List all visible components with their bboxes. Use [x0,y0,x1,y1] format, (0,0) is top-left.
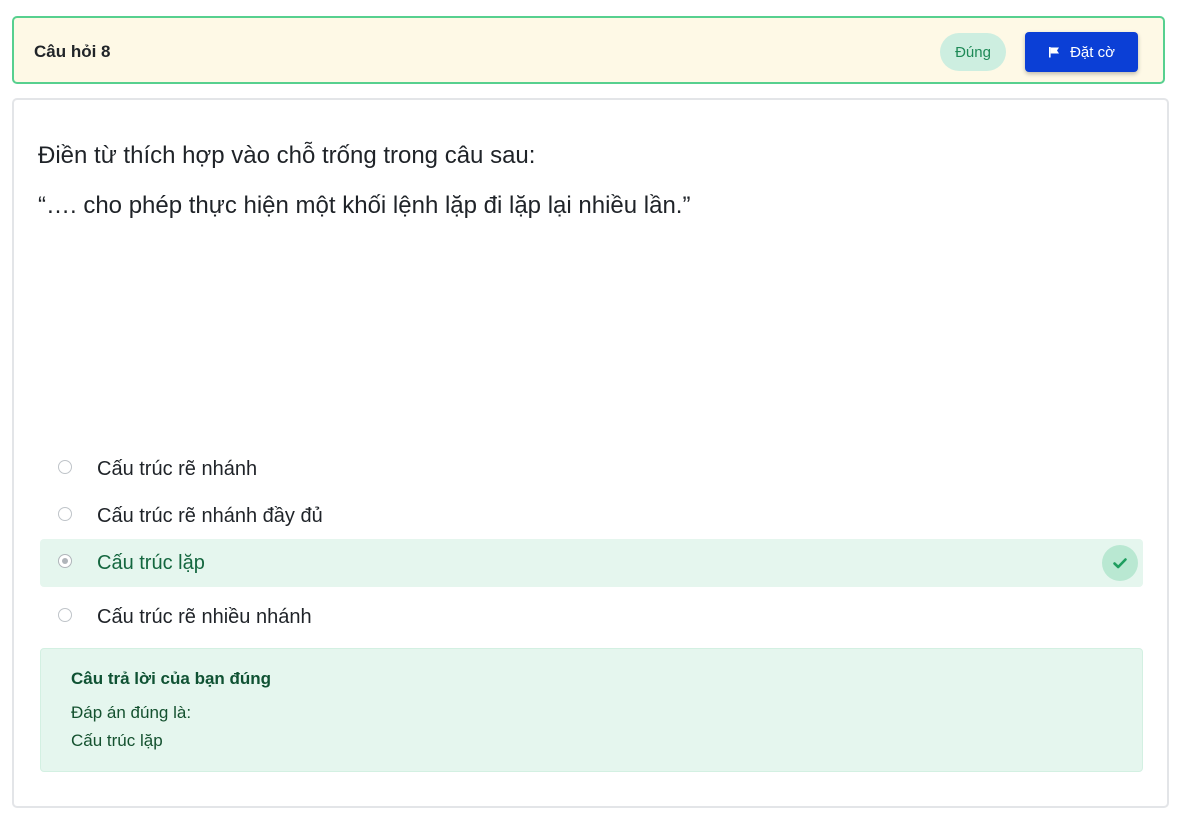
answer-option-label: Cấu trúc rẽ nhánh [97,458,258,480]
answer-option-selected[interactable]: Cấu trúc lặp [40,539,1143,587]
answer-option[interactable]: Cấu trúc rẽ nhánh [40,445,1143,493]
answer-radio[interactable] [58,507,72,521]
answer-option-label: Cấu trúc rẽ nhiều nhánh [97,606,312,628]
question-prompt: Điền từ thích hợp vào chỗ trống trong câ… [38,142,536,169]
check-icon [1102,545,1138,581]
feedback-panel: Câu trả lời của bạn đúng Đáp án đúng là:… [40,648,1143,772]
question-card: Điền từ thích hợp vào chỗ trống trong câ… [12,98,1169,808]
question-number: Câu hỏi 8 [34,42,111,61]
answer-option-label: Cấu trúc lặp [97,552,205,574]
correct-answer: Cấu trúc lặp [71,731,163,750]
answer-option[interactable]: Cấu trúc rẽ nhiều nhánh [40,593,1143,641]
flag-button[interactable]: Đặt cờ [1025,32,1138,72]
answer-option[interactable]: Cấu trúc rẽ nhánh đầy đủ [40,492,1143,540]
answer-radio-checked[interactable] [58,554,72,568]
status-badge: Đúng [940,33,1006,71]
question-header: Câu hỏi 8 Đúng Đặt cờ [12,16,1165,84]
answer-radio[interactable] [58,460,72,474]
flag-icon [1048,46,1060,58]
question-sentence: “…. cho phép thực hiện một khối lệnh lặp… [38,192,691,219]
answer-option-label: Cấu trúc rẽ nhánh đầy đủ [97,505,323,527]
correct-answer-intro: Đáp án đúng là: [71,703,192,722]
answer-radio[interactable] [58,608,72,622]
feedback-title: Câu trả lời của bạn đúng [71,669,272,688]
flag-button-label: Đặt cờ [1070,43,1115,61]
